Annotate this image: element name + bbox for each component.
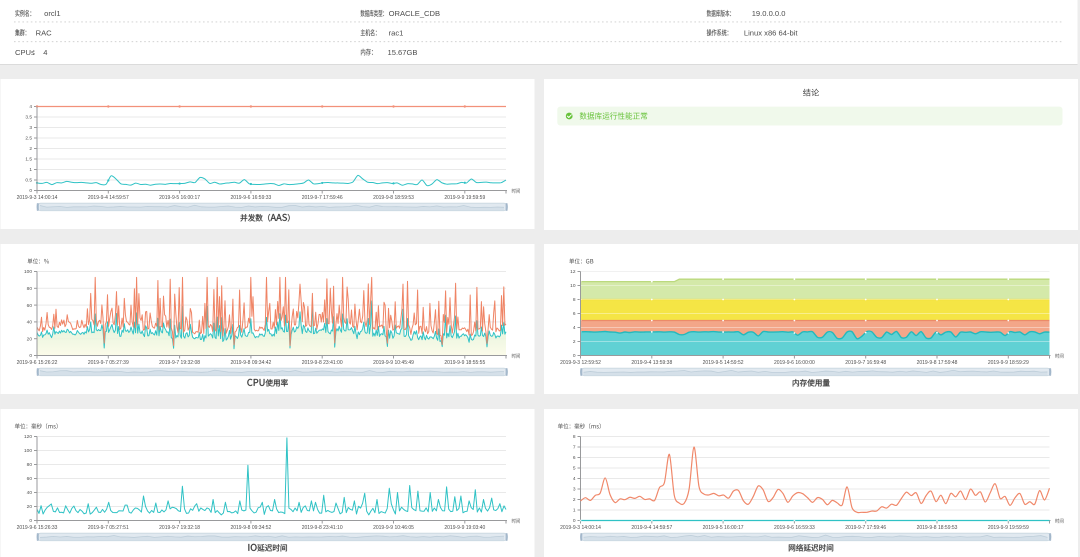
- svg-text:3: 3: [573, 487, 576, 493]
- svg-text:8: 8: [573, 434, 576, 440]
- svg-text:2019-9-3 14:00:14: 2019-9-3 14:00:14: [17, 195, 58, 201]
- svg-text:2019-9-6 15:26:33: 2019-9-6 15:26:33: [17, 525, 58, 531]
- svg-text:2019-9-4 13:59:38: 2019-9-4 13:59:38: [631, 360, 672, 366]
- svg-text:2019-9-5 16:00:17: 2019-9-5 16:00:17: [159, 195, 200, 201]
- svg-text:2019-9-7 05:27:51: 2019-9-7 05:27:51: [88, 525, 129, 531]
- svg-text:2019-9-3 14:00:14: 2019-9-3 14:00:14: [560, 525, 601, 531]
- svg-text:2019-9-4 14:59:57: 2019-9-4 14:59:57: [88, 195, 129, 201]
- svg-text:2019-9-9 19:59:59: 2019-9-9 19:59:59: [988, 525, 1029, 531]
- svg-text:2019-9-5 14:59:52: 2019-9-5 14:59:52: [703, 360, 744, 366]
- svg-text:rac1: rac1: [389, 28, 404, 37]
- svg-text:12: 12: [570, 269, 576, 275]
- svg-text:2019-9-6 16:59:33: 2019-9-6 16:59:33: [774, 525, 815, 531]
- svg-text:2019-9-8 18:59:53: 2019-9-8 18:59:53: [917, 525, 958, 531]
- svg-text:7: 7: [573, 445, 576, 451]
- svg-text:120: 120: [24, 434, 32, 440]
- svg-text:2019-9-9 19:59:59: 2019-9-9 19:59:59: [444, 195, 485, 201]
- svg-text:80: 80: [27, 286, 33, 292]
- svg-text:2019-9-7 19:32:08: 2019-9-7 19:32:08: [159, 360, 200, 366]
- svg-text:0.5: 0.5: [25, 178, 32, 184]
- svg-text:0: 0: [29, 353, 32, 359]
- svg-text:15.67GB: 15.67GB: [388, 48, 418, 57]
- svg-text:20: 20: [27, 336, 33, 342]
- svg-text:20: 20: [27, 504, 33, 510]
- svg-text:2019-9-3 12:59:52: 2019-9-3 12:59:52: [560, 360, 601, 366]
- svg-text:4: 4: [573, 476, 576, 482]
- svg-text:2019-9-6 16:59:33: 2019-9-6 16:59:33: [230, 195, 271, 201]
- svg-text:RAC: RAC: [36, 28, 53, 37]
- svg-text:2019-9-7 19:32:18: 2019-9-7 19:32:18: [159, 525, 200, 531]
- svg-text:0: 0: [573, 353, 576, 359]
- svg-text:1.5: 1.5: [25, 157, 32, 163]
- svg-text:0: 0: [573, 518, 576, 524]
- svg-text:100: 100: [24, 448, 32, 454]
- svg-text:4: 4: [29, 104, 32, 110]
- svg-text:2: 2: [573, 497, 576, 503]
- svg-text:2019-9-8 18:59:53: 2019-9-8 18:59:53: [373, 195, 414, 201]
- svg-text:8: 8: [573, 297, 576, 303]
- svg-text:0: 0: [29, 518, 32, 524]
- svg-text:40: 40: [27, 490, 33, 496]
- svg-text:2019-9-4 14:59:57: 2019-9-4 14:59:57: [631, 525, 672, 531]
- svg-text:2.5: 2.5: [25, 136, 32, 142]
- svg-text:4: 4: [43, 48, 47, 57]
- svg-text:ORACLE_CDB: ORACLE_CDB: [389, 9, 440, 18]
- svg-text:2019-9-8 23:41:10: 2019-9-8 23:41:10: [302, 525, 343, 531]
- svg-text:6: 6: [573, 311, 576, 317]
- svg-text:2019-9-5 16:00:17: 2019-9-5 16:00:17: [703, 525, 744, 531]
- svg-text:orcl1: orcl1: [44, 9, 60, 18]
- svg-text:CPUs: CPUs: [15, 48, 35, 57]
- svg-text:Linux x86 64-bit: Linux x86 64-bit: [744, 28, 799, 37]
- svg-text:3.5: 3.5: [25, 115, 32, 121]
- svg-text:80: 80: [27, 462, 33, 468]
- svg-text:2019-9-6 15:26:22: 2019-9-6 15:26:22: [17, 360, 58, 366]
- svg-text:1: 1: [573, 508, 576, 514]
- svg-text:2019-9-8 17:59:48: 2019-9-8 17:59:48: [917, 360, 958, 366]
- svg-text:5: 5: [573, 466, 576, 472]
- svg-text:2019-9-9 19:03:40: 2019-9-9 19:03:40: [444, 525, 485, 531]
- svg-text:2019-9-8 23:41:00: 2019-9-8 23:41:00: [302, 360, 343, 366]
- svg-text:100: 100: [24, 269, 32, 275]
- svg-text:2019-9-8 09:34:52: 2019-9-8 09:34:52: [230, 525, 271, 531]
- svg-text:2019-9-8 09:34:42: 2019-9-8 09:34:42: [230, 360, 271, 366]
- svg-text:2019-9-9 18:55:55: 2019-9-9 18:55:55: [444, 360, 485, 366]
- svg-text:2019-9-7 17:59:46: 2019-9-7 17:59:46: [845, 525, 886, 531]
- svg-text:2: 2: [573, 339, 576, 345]
- svg-text:0: 0: [29, 188, 32, 194]
- svg-text:10: 10: [570, 283, 576, 289]
- svg-text:60: 60: [27, 303, 33, 309]
- svg-text:2019-9-7 16:59:48: 2019-9-7 16:59:48: [845, 360, 886, 366]
- svg-text:19.0.0.0.0: 19.0.0.0.0: [752, 9, 786, 18]
- svg-text:6: 6: [573, 455, 576, 461]
- svg-text:2019-9-9 10:45:49: 2019-9-9 10:45:49: [373, 360, 414, 366]
- svg-text:60: 60: [27, 476, 33, 482]
- svg-text:2019-9-6 16:00:00: 2019-9-6 16:00:00: [774, 360, 815, 366]
- svg-text:2019-9-9 18:59:29: 2019-9-9 18:59:29: [988, 360, 1029, 366]
- svg-text:40: 40: [27, 320, 33, 326]
- svg-text:2: 2: [29, 146, 32, 152]
- svg-text:2019-9-7 05:27:39: 2019-9-7 05:27:39: [88, 360, 129, 366]
- svg-text:3: 3: [29, 125, 32, 131]
- svg-text:4: 4: [573, 325, 576, 331]
- svg-text:1: 1: [29, 167, 32, 173]
- svg-text:2019-9-9 10:46:05: 2019-9-9 10:46:05: [373, 525, 414, 531]
- svg-text:2019-9-7 17:59:46: 2019-9-7 17:59:46: [302, 195, 343, 201]
